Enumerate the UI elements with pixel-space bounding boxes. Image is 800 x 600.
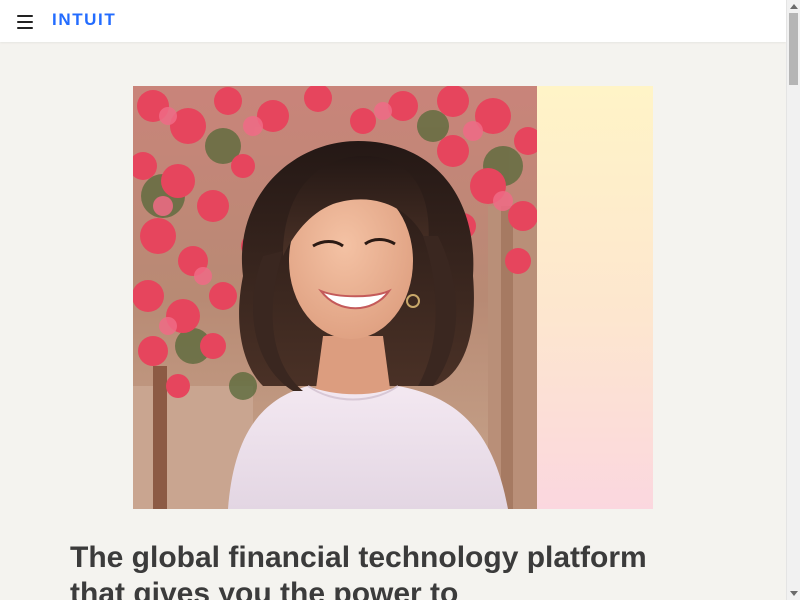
hero-photo — [133, 86, 537, 509]
main-content: INTUIT The global financial technology p… — [0, 0, 786, 600]
vertical-scrollbar[interactable] — [786, 0, 800, 600]
page: INTUIT The global financial technology p… — [0, 0, 800, 600]
scroll-up-arrow-icon[interactable] — [790, 4, 798, 9]
hero-headline: The global financial technology platform… — [70, 541, 647, 600]
hero-section — [133, 86, 653, 509]
intuit-logo[interactable]: INTUIT — [52, 10, 116, 30]
hero-gradient-panel — [537, 86, 653, 509]
top-navigation-bar: INTUIT — [0, 0, 786, 42]
scroll-down-arrow-icon[interactable] — [790, 591, 798, 596]
scrollbar-thumb[interactable] — [789, 13, 798, 85]
hamburger-menu-icon[interactable] — [14, 11, 36, 31]
